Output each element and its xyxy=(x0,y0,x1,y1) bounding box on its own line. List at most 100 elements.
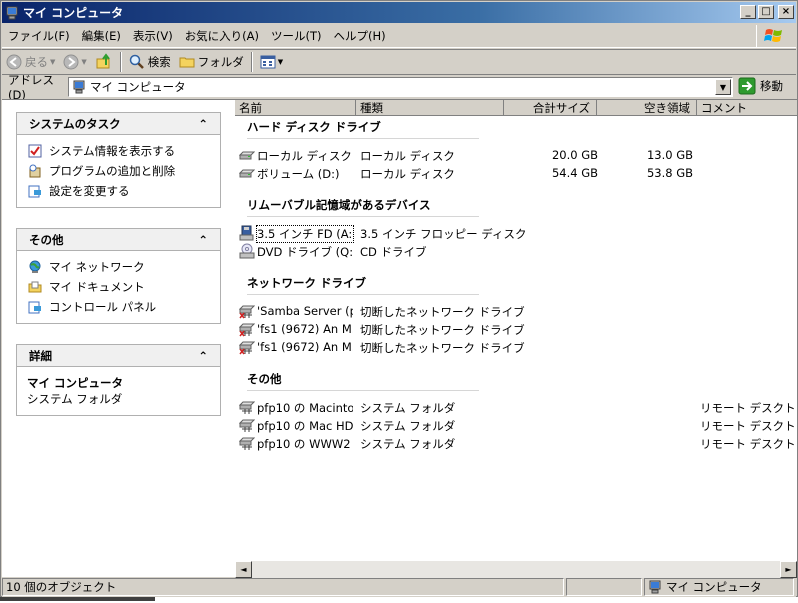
search-icon xyxy=(129,54,144,69)
column-header-total-size[interactable]: 合計サイズ xyxy=(504,100,597,116)
status-empty-cell xyxy=(566,578,642,596)
forward-arrow-icon xyxy=(63,54,79,70)
place-my-network[interactable]: マイ ネットワーク xyxy=(27,257,212,277)
collapse-icon[interactable]: ⌃ xyxy=(198,117,208,131)
address-dropdown-button[interactable]: ▼ xyxy=(715,79,731,95)
toolbar-separator xyxy=(250,52,253,72)
close-button[interactable]: × xyxy=(778,5,794,19)
task-pane: システムのタスク ⌃ システム情報を表示する プログラムの追加と削除 設定を変更… xyxy=(2,99,235,577)
back-arrow-icon xyxy=(6,54,22,70)
list-item[interactable]: 3.5 インチ FD (A:) 3.5 インチ フロッピー ディスク xyxy=(238,224,798,243)
window-title: マイ コンピュータ xyxy=(23,6,124,20)
system-tasks-header[interactable]: システムのタスク ⌃ xyxy=(17,113,220,135)
collapse-icon[interactable]: ⌃ xyxy=(198,349,208,363)
list-item[interactable]: 'Samba Server (p... 切断したネットワーク ドライブ xyxy=(238,302,798,320)
disconnected-network-drive-icon xyxy=(239,323,255,337)
status-bar: 10 個のオブジェクト マイ コンピュータ xyxy=(2,578,796,597)
control-panel-icon xyxy=(27,299,43,315)
list-item[interactable]: pfp10 の Mac HD システム フォルダ リモート デスクトップ接 xyxy=(238,416,798,434)
menu-tools[interactable]: ツール(T) xyxy=(265,28,328,44)
up-folder-icon xyxy=(96,53,110,69)
go-button[interactable]: 移動 xyxy=(738,77,783,95)
horizontal-scrollbar[interactable]: ◄ ► xyxy=(235,561,797,578)
add-remove-programs-icon xyxy=(27,163,43,179)
maximize-button[interactable]: □ xyxy=(758,5,774,19)
folders-button[interactable]: フォルダ xyxy=(175,51,248,73)
details-name: マイ コンピュータ xyxy=(27,376,124,390)
windows-logo-icon xyxy=(756,25,790,47)
my-computer-icon xyxy=(73,80,85,94)
group-header-hard-disks: ハード ディスク ドライブ xyxy=(247,119,479,139)
group-header-network-drives: ネットワーク ドライブ xyxy=(247,275,479,295)
up-button[interactable] xyxy=(91,51,117,73)
address-value: マイ コンピュータ xyxy=(90,80,186,94)
other-places-header[interactable]: その他 ⌃ xyxy=(17,229,220,251)
column-header-type[interactable]: 種類 xyxy=(356,100,504,116)
search-button[interactable]: 検索 xyxy=(125,51,175,73)
system-tasks-panel: システムのタスク ⌃ システム情報を表示する プログラムの追加と削除 設定を変更… xyxy=(16,112,221,208)
title-bar[interactable]: マイ コンピュータ _ □ × xyxy=(2,2,796,23)
scroll-right-button[interactable]: ► xyxy=(780,561,797,578)
my-computer-icon xyxy=(649,580,661,594)
task-change-setting[interactable]: 設定を変更する xyxy=(27,181,212,201)
system-info-icon xyxy=(27,143,43,159)
forward-button[interactable]: ▼ xyxy=(59,51,90,73)
task-view-system-info[interactable]: システム情報を表示する xyxy=(27,141,212,161)
dvd-drive-icon xyxy=(239,243,255,259)
status-location: マイ コンピュータ xyxy=(644,578,794,596)
column-header-free-space[interactable]: 空き領域 xyxy=(597,100,697,116)
collapse-icon[interactable]: ⌃ xyxy=(198,233,208,247)
place-my-documents[interactable]: マイ ドキュメント xyxy=(27,277,212,297)
column-header-comment[interactable]: コメント xyxy=(697,100,797,116)
desktop-strip xyxy=(0,597,798,603)
address-label: アドレス(D) xyxy=(8,73,54,102)
toolbar-separator xyxy=(119,52,122,72)
go-arrow-icon xyxy=(738,77,756,95)
views-button[interactable]: ▼ xyxy=(256,51,287,73)
task-add-remove-programs[interactable]: プログラムの追加と削除 xyxy=(27,161,212,181)
status-object-count: 10 個のオブジェクト xyxy=(2,578,564,596)
forward-dropdown-icon[interactable]: ▼ xyxy=(81,58,86,66)
taskbar-fragment xyxy=(0,597,155,601)
details-header[interactable]: 詳細 ⌃ xyxy=(17,345,220,367)
views-dropdown-icon[interactable]: ▼ xyxy=(278,58,283,66)
menu-view[interactable]: 表示(V) xyxy=(127,28,179,44)
list-item[interactable]: pfp10 の Macinto システム フォルダ リモート デスクトップ接 xyxy=(238,398,798,416)
list-item[interactable]: ボリューム (D:) ローカル ディスク 54.4 GB 53.8 GB xyxy=(238,164,798,182)
address-input[interactable]: マイ コンピュータ ▼ xyxy=(68,77,733,97)
disconnected-network-drive-icon xyxy=(239,305,255,319)
list-item[interactable]: ローカル ディスク (... ローカル ディスク 20.0 GB 13.0 GB xyxy=(238,146,798,164)
scroll-left-button[interactable]: ◄ xyxy=(235,561,252,578)
hard-disk-icon xyxy=(239,151,255,160)
file-list-view: 名前 種類 合計サイズ 空き領域 コメント ハード ディスク ドライブ ローカル… xyxy=(235,99,798,578)
minimize-button[interactable]: _ xyxy=(740,5,756,19)
group-header-other: その他 xyxy=(247,371,479,391)
menu-file[interactable]: ファイル(F) xyxy=(2,28,76,44)
list-item[interactable]: DVD ドライブ (Q:) CD ドライブ xyxy=(238,242,798,260)
other-places-panel: その他 ⌃ マイ ネットワーク マイ ドキュメント コントロール パネル xyxy=(16,228,221,324)
back-button[interactable]: 戻る ▼ xyxy=(2,51,59,73)
standard-toolbar: 戻る ▼ ▼ 検索 フォルダ ▼ xyxy=(2,49,796,75)
details-type: システム フォルダ xyxy=(27,392,123,406)
remote-desktop-drive-icon xyxy=(239,437,255,450)
list-item[interactable]: 'fs1 (9672) An M... 切断したネットワーク ドライブ xyxy=(238,338,798,356)
list-item[interactable]: 'fs1 (9672) An M... 切断したネットワーク ドライブ xyxy=(238,320,798,338)
place-control-panel[interactable]: コントロール パネル xyxy=(27,297,212,317)
menu-bar: ファイル(F) 編集(E) 表示(V) お気に入り(A) ツール(T) ヘルプ(… xyxy=(2,24,796,48)
floppy-drive-icon xyxy=(239,225,254,241)
address-bar: アドレス(D) マイ コンピュータ ▼ 移動 xyxy=(2,73,796,102)
group-header-removable: リムーバブル記憶域があるデバイス xyxy=(247,197,479,217)
column-header-name[interactable]: 名前 xyxy=(235,100,356,116)
menu-help[interactable]: ヘルプ(H) xyxy=(328,28,392,44)
folder-icon xyxy=(179,57,195,68)
views-icon xyxy=(260,55,276,69)
menu-edit[interactable]: 編集(E) xyxy=(76,28,127,44)
details-panel: 詳細 ⌃ マイ コンピュータ システム フォルダ xyxy=(16,344,221,416)
menu-favorites[interactable]: お気に入り(A) xyxy=(179,28,265,44)
disconnected-network-drive-icon xyxy=(239,341,255,355)
control-panel-icon xyxy=(27,183,43,199)
remote-desktop-drive-icon xyxy=(239,401,255,414)
list-item[interactable]: pfp10 の WWW2 システム フォルダ リモート デスクトップ接 xyxy=(238,434,798,452)
my-computer-icon xyxy=(6,6,18,19)
back-dropdown-icon[interactable]: ▼ xyxy=(50,58,55,66)
